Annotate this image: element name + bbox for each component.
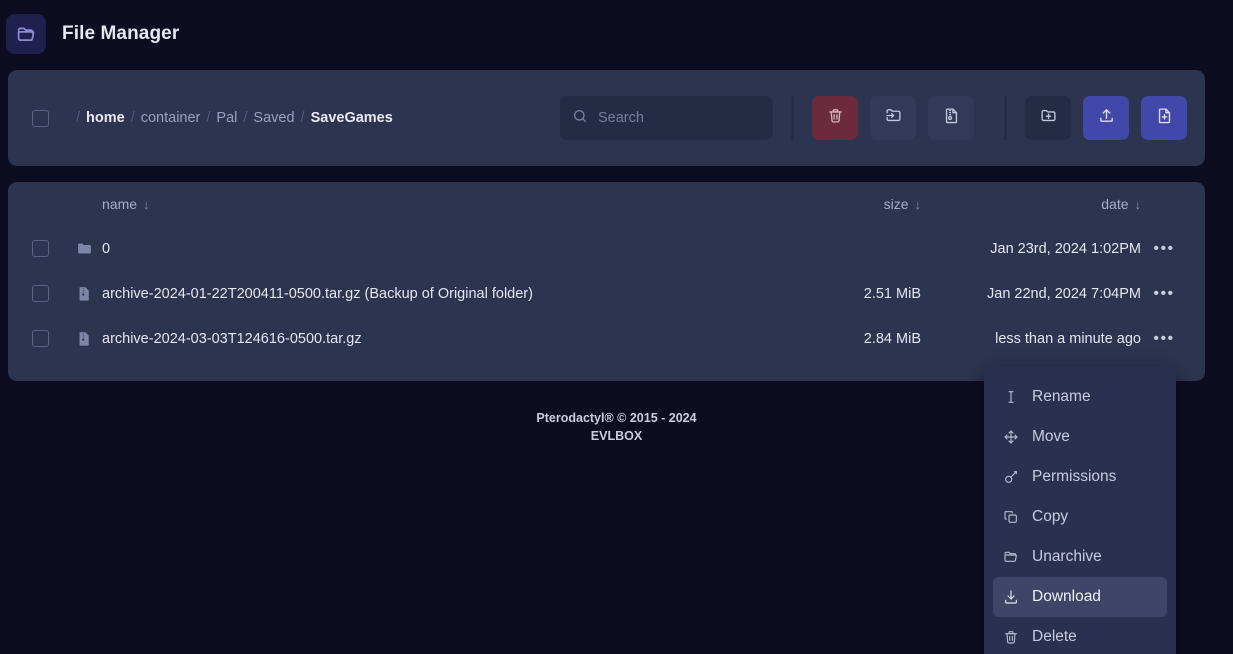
row-menu-button[interactable]: ••• — [1141, 330, 1187, 347]
breadcrumb-separator: / — [300, 110, 305, 126]
file-size: 2.51 MiB — [863, 285, 921, 302]
breadcrumb-separator: / — [76, 110, 81, 126]
context-menu-item-label: Move — [1032, 428, 1070, 445]
context-menu-item-download[interactable]: Download — [993, 577, 1167, 617]
context-menu-item-copy[interactable]: Copy — [993, 497, 1167, 537]
trash-icon — [827, 107, 844, 129]
file-archive-icon — [66, 285, 102, 302]
folder-open-icon — [1002, 549, 1019, 566]
breadcrumb-item-container[interactable]: container — [141, 110, 201, 126]
table-row[interactable]: 0 Jan 23rd, 2024 1:02PM ••• — [32, 226, 1187, 271]
file-date: Jan 23rd, 2024 1:02PM — [990, 240, 1141, 257]
breadcrumb-separator: / — [130, 110, 135, 126]
row-menu-button[interactable]: ••• — [1141, 285, 1187, 302]
folder-plus-icon — [1040, 107, 1057, 129]
context-menu-item-unarchive[interactable]: Unarchive — [993, 537, 1167, 577]
move-button[interactable] — [870, 96, 916, 140]
file-name[interactable]: archive-2024-03-03T124616-0500.tar.gz — [102, 331, 771, 347]
context-menu-item-label: Delete — [1032, 628, 1077, 645]
download-icon — [1002, 589, 1019, 606]
row-menu-button[interactable]: ••• — [1141, 240, 1187, 257]
new-file-button[interactable] — [1141, 96, 1187, 140]
search-input[interactable]: Search — [598, 110, 644, 126]
folder-input-icon — [885, 107, 902, 129]
context-menu-item-move[interactable]: Move — [993, 417, 1167, 457]
copy-icon — [1002, 509, 1019, 526]
column-header-date[interactable]: date ↓ — [921, 196, 1141, 212]
column-header-size[interactable]: size ↓ — [771, 196, 921, 212]
table-row[interactable]: archive-2024-03-03T124616-0500.tar.gz 2.… — [32, 316, 1187, 361]
context-menu-item-label: Rename — [1032, 388, 1091, 405]
context-menu-item-label: Permissions — [1032, 468, 1117, 485]
context-menu-item-permissions[interactable]: Permissions — [993, 457, 1167, 497]
file-list-panel: name ↓ size ↓ date ↓ 0 Jan 23rd, 2024 1:02P… — [8, 182, 1205, 381]
file-archive-icon — [943, 107, 960, 129]
archive-button[interactable] — [928, 96, 974, 140]
sort-arrow-icon: ↓ — [1134, 197, 1142, 212]
select-all-checkbox[interactable] — [32, 109, 49, 127]
context-menu-item-label: Copy — [1032, 508, 1069, 525]
app-header: File Manager — [0, 0, 1233, 60]
context-menu-item-delete[interactable]: Delete — [993, 617, 1167, 654]
page-title: File Manager — [62, 23, 180, 44]
breadcrumb-item-saved[interactable]: Saved — [253, 110, 294, 126]
file-date: less than a minute ago — [995, 330, 1141, 347]
column-header-date-label: date — [1101, 196, 1129, 212]
upload-button[interactable] — [1083, 96, 1129, 140]
context-menu-item-rename[interactable]: Rename — [993, 377, 1167, 417]
toolbar-divider-2 — [1004, 96, 1007, 140]
file-size: 2.84 MiB — [863, 330, 921, 347]
delete-button[interactable] — [812, 96, 858, 140]
search-icon — [572, 108, 588, 129]
context-menu-item-label: Unarchive — [1032, 548, 1102, 565]
file-archive-icon — [66, 330, 102, 347]
context-menu: Rename Move Permissions Copy Unarchive D… — [984, 366, 1176, 654]
row-checkbox[interactable] — [32, 285, 49, 302]
key-icon — [1002, 469, 1019, 486]
search-box[interactable]: Search — [560, 96, 773, 140]
breadcrumb-item-savegames: SaveGames — [310, 110, 393, 126]
column-header-name-label: name — [102, 196, 138, 212]
toolbar-panel: / home / container / Pal / Saved / SaveG… — [8, 70, 1205, 166]
file-plus-icon — [1156, 107, 1173, 129]
folder-open-icon — [6, 14, 46, 54]
column-header-name[interactable]: name ↓ — [49, 196, 771, 212]
row-checkbox[interactable] — [32, 240, 49, 257]
folder-icon — [66, 240, 102, 257]
upload-icon — [1098, 107, 1115, 129]
file-name[interactable]: 0 — [102, 241, 771, 257]
row-checkbox[interactable] — [32, 330, 49, 347]
breadcrumb-item-pal[interactable]: Pal — [216, 110, 237, 126]
toolbar-divider-1 — [791, 96, 794, 140]
move-icon — [1002, 429, 1019, 446]
column-header-size-label: size — [883, 196, 909, 212]
breadcrumb: / home / container / Pal / Saved / SaveG… — [70, 110, 393, 126]
table-header: name ↓ size ↓ date ↓ — [32, 182, 1187, 226]
new-folder-button[interactable] — [1025, 96, 1071, 140]
file-name[interactable]: archive-2024-01-22T200411-0500.tar.gz (B… — [102, 286, 771, 302]
table-row[interactable]: archive-2024-01-22T200411-0500.tar.gz (B… — [32, 271, 1187, 316]
trash-icon — [1002, 629, 1019, 646]
file-date: Jan 22nd, 2024 7:04PM — [987, 285, 1141, 302]
breadcrumb-separator: / — [206, 110, 211, 126]
breadcrumb-separator: / — [243, 110, 248, 126]
sort-arrow-icon: ↓ — [143, 197, 150, 212]
breadcrumb-item-home[interactable]: home — [86, 110, 125, 126]
context-menu-item-label: Download — [1032, 588, 1101, 605]
text-cursor-icon — [1002, 389, 1019, 406]
